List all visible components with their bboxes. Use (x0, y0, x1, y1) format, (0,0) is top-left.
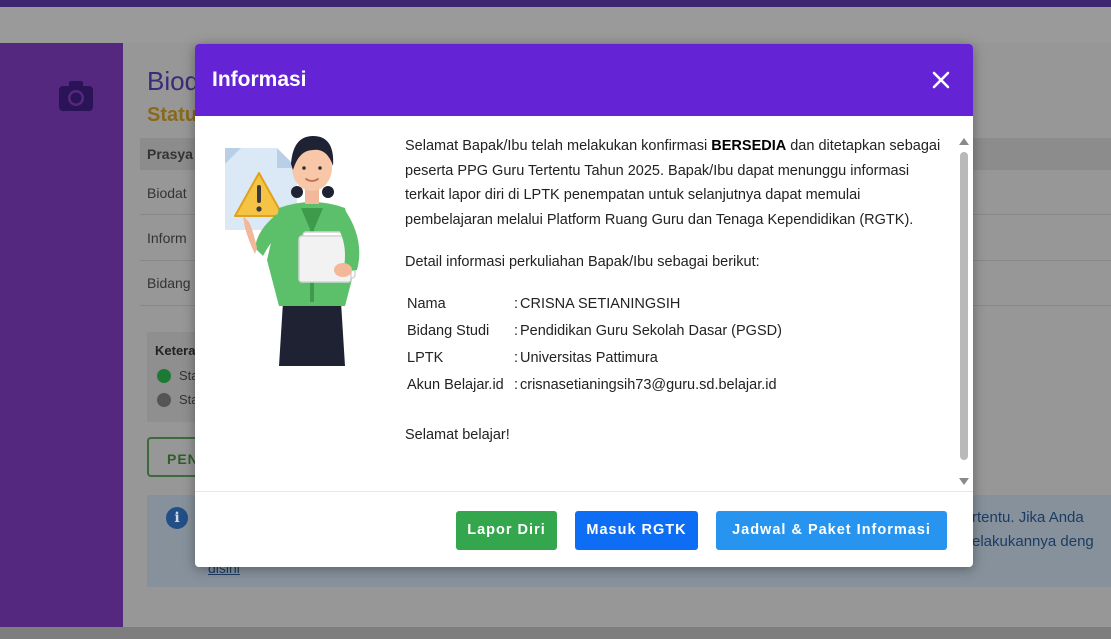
lapor-diri-button[interactable]: Lapor Diri (456, 511, 557, 550)
detail-intro: Detail informasi perkuliahan Bapak/Ibu s… (405, 254, 760, 270)
detail-row-lptk: LPTK : Universitas Pattimura (406, 345, 782, 372)
table-header-label: Prasya (147, 146, 193, 162)
detail-table: Nama : CRISNA SETIANINGSIH Bidang Studi … (406, 291, 782, 399)
scroll-thumb[interactable] (960, 152, 968, 460)
top-bar (0, 0, 1111, 7)
detail-label: Akun Belajar.id (407, 376, 504, 393)
intro-paragraph: Selamat Bapak/Ibu telah melakukan konfir… (405, 134, 945, 232)
page-title: Biod (147, 66, 200, 96)
closing-text: Selamat belajar! (405, 426, 510, 443)
detail-value: Pendidikan Guru Sekolah Dasar (PGSD) (520, 322, 782, 339)
detail-row-nama: Nama : CRISNA SETIANINGSIH (406, 291, 782, 318)
jadwal-paket-informasi-button[interactable]: Jadwal & Paket Informasi (716, 511, 947, 550)
scroll-down-arrow-icon[interactable] (959, 478, 969, 485)
modal-content: Selamat Bapak/Ibu telah melakukan konfir… (405, 134, 945, 447)
row-bidang: Bidang (147, 275, 191, 291)
modal-title: Informasi (212, 68, 307, 91)
detail-row-bidang-studi: Bidang Studi : Pendidikan Guru Sekolah D… (406, 318, 782, 345)
modal-header: Informasi (195, 44, 973, 116)
masuk-rgtk-button[interactable]: Masuk RGTK (575, 511, 698, 550)
alert-text-line2: elakukannya deng (972, 533, 1094, 550)
info-dot-icon (157, 393, 171, 407)
modal-scrollbar[interactable] (958, 134, 970, 490)
detail-label: LPTK (407, 349, 444, 366)
modal-footer: Lapor Diri Masuk RGTK Jadwal & Paket Inf… (195, 491, 973, 567)
close-icon[interactable] (929, 68, 953, 92)
row-biodata: Biodat (147, 185, 187, 201)
detail-value: Universitas Pattimura (520, 349, 658, 366)
camera-icon[interactable] (58, 80, 94, 112)
alert-text-line1: rtentu. Jika Anda (972, 509, 1084, 526)
modal-body: Selamat Bapak/Ibu telah melakukan konfir… (195, 116, 973, 491)
info-icon: i (166, 507, 188, 529)
detail-label: Nama (407, 295, 446, 312)
sidebar (0, 43, 123, 627)
page-footer (0, 627, 1111, 639)
detail-label: Bidang Studi (407, 322, 490, 339)
info-modal: Informasi Selamat Bapak/Ibu telah melaku… (195, 44, 973, 567)
detail-value: crisnasetianingsih73@guru.sd.belajar.id (520, 376, 777, 393)
scroll-up-arrow-icon[interactable] (959, 138, 969, 145)
row-informasi: Inform (147, 230, 187, 246)
intro-text: Selamat Bapak/Ibu telah melakukan konfir… (405, 138, 712, 154)
keterangan-label: Ketera (155, 343, 196, 358)
detail-value: CRISNA SETIANINGSIH (520, 295, 681, 312)
page-header (0, 7, 1111, 43)
teacher-illustration (225, 136, 360, 366)
detail-row-akun: Akun Belajar.id : crisnasetianingsih73@g… (406, 372, 782, 399)
status-label: Statu (147, 104, 197, 126)
check-icon (157, 369, 171, 383)
bersedia-label: BERSEDIA (711, 138, 787, 154)
